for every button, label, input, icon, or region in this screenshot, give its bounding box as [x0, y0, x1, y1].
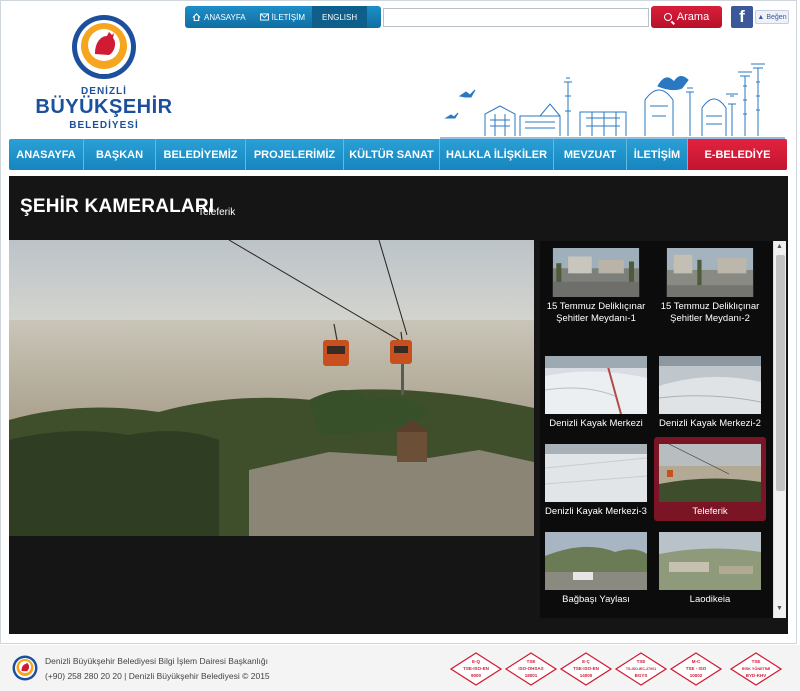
camera-thumbnail[interactable]: Laodikeia [654, 525, 766, 609]
svg-text:14000: 14000 [580, 673, 593, 678]
cameras-heading: ŞEHİR KAMERALARI [20, 196, 215, 217]
nav-item-contact[interactable]: İLETİŞİM [627, 139, 688, 170]
svg-text:BGYS: BGYS [635, 673, 648, 678]
certificate-badge: E-Ç TSE-ISO-EN 14000 [560, 652, 612, 686]
svg-text:ISO-OHSAS: ISO-OHSAS [518, 666, 543, 671]
svg-text:TSE: TSE [637, 659, 646, 664]
certificate-badge: TSE RİSK YÖNETİMİ BYD-KHV [730, 652, 782, 686]
camera-thumbnail-label: Bağbaşı Yaylası [562, 594, 630, 605]
certificate-badge: TSE ISO-OHSAS 18001 [505, 652, 557, 686]
camera-thumbnail[interactable]: 15 Temmuz Deliklıçınar Şehitler Meydanı-… [654, 241, 766, 325]
current-camera-name: Teleferik [198, 207, 236, 218]
camera-thumbnail-label: 15 Temmuz Deliklıçınar Şehitler Meydanı-… [546, 301, 646, 324]
camera-thumbnail-label: Teleferik [692, 506, 728, 517]
svg-text:TSE: TSE [752, 659, 761, 664]
facebook-icon-letter: f [739, 7, 745, 26]
svg-text:TSE: TSE [527, 659, 536, 664]
search-button[interactable]: Arama [651, 6, 722, 28]
camera-thumbnail[interactable]: Denizli Kayak Merkezi-2 [654, 349, 766, 433]
certificate-badge: M-C TSE - ISO 10002 [670, 652, 722, 686]
top-link-english[interactable]: ENGLISH [312, 6, 368, 28]
nav-item-home[interactable]: ANASAYFA [9, 139, 84, 170]
camera-thumbnail[interactable]: Denizli Kayak Merkezi-3 [540, 437, 652, 521]
bird-icon [458, 89, 476, 98]
camera-thumbnail-label: Denizli Kayak Merkezi-3 [545, 506, 647, 517]
thumbs-up-icon: ▲ [757, 13, 765, 21]
top-link-contact[interactable]: İLETİŞİM [253, 6, 312, 28]
logo-year: 1876 [98, 70, 109, 76]
mail-icon [259, 13, 269, 21]
camera-thumbnail-image [552, 248, 640, 297]
camera-thumbnail-image [545, 532, 647, 590]
scrollbar-thumb[interactable] [776, 255, 785, 491]
camera-thumbnail-image [545, 444, 647, 502]
nav-item-culture-art[interactable]: KÜLTÜR SANAT [344, 139, 440, 170]
footer-contact-text: (+90) 258 280 20 20 | Denizli Büyükşehir… [45, 671, 270, 681]
svg-text:9000: 9000 [471, 673, 482, 678]
certificate-badge: E-Q TSE-ISO-EN 9000 [450, 652, 502, 686]
camera-thumbnail-label: Laodikeia [689, 594, 731, 605]
top-link-home-label: ANASAYFA [204, 12, 246, 22]
thumbnail-scrollbar[interactable]: ▲ ▼ [773, 241, 786, 618]
city-skyline-illustration [440, 63, 785, 139]
camera-thumbnail-list[interactable]: 15 Temmuz Deliklıçınar Şehitler Meydanı-… [540, 241, 773, 618]
scroll-up-icon[interactable]: ▲ [776, 243, 783, 250]
camera-video-player[interactable] [9, 240, 534, 536]
nav-item-public-relations[interactable]: HALKLA İLİŞKİLER [440, 139, 554, 170]
top-link-home[interactable]: ANASAYFA [185, 6, 253, 28]
bird-icon-small [444, 112, 459, 119]
svg-text:TS-ISO-IEC-27001: TS-ISO-IEC-27001 [626, 667, 656, 671]
scroll-down-icon[interactable]: ▼ [776, 605, 783, 612]
svg-text:RİSK YÖNETİMİ: RİSK YÖNETİMİ [742, 666, 770, 671]
svg-text:18001: 18001 [525, 673, 538, 678]
camera-thumbnail[interactable]: 15 Temmuz Deliklıçınar Şehitler Meydanı-… [540, 241, 652, 325]
home-icon [192, 13, 201, 21]
svg-text:E-Q: E-Q [472, 659, 481, 664]
camera-thumbnail-label: Denizli Kayak Merkezi-2 [659, 418, 761, 429]
camera-thumbnail-image [659, 532, 761, 590]
camera-thumbnail-image [659, 444, 761, 502]
logo-emblem[interactable]: 1876 [71, 14, 137, 80]
svg-text:10002: 10002 [690, 673, 703, 678]
nav-item-projects[interactable]: PROJELERİMİZ [246, 139, 344, 170]
nav-item-e-municipality[interactable]: E-BELEDİYE [688, 139, 787, 170]
svg-text:TSE-ISO-EN: TSE-ISO-EN [463, 666, 489, 671]
main-nav: ANASAYFA BAŞKAN BELEDİYEMİZ PROJELERİMİZ… [9, 139, 787, 170]
nav-item-mayor[interactable]: BAŞKAN [84, 139, 156, 170]
logo-text-line3: BELEDİYESİ [69, 120, 139, 131]
camera-thumbnail-active[interactable]: Teleferik [654, 437, 766, 521]
top-link-bar: ANASAYFA İLETİŞİM ENGLISH [185, 6, 381, 28]
svg-text:TSE-ISO-EN: TSE-ISO-EN [573, 666, 599, 671]
svg-text:BYD-KHV: BYD-KHV [746, 673, 767, 678]
search-input[interactable] [383, 8, 649, 27]
top-link-english-label: ENGLISH [322, 12, 358, 22]
camera-thumbnail-label: Denizli Kayak Merkezi [549, 418, 643, 429]
camera-thumbnail[interactable]: Denizli Kayak Merkezi [540, 349, 652, 433]
certificate-badge: TSE TS-ISO-IEC-27001 BGYS [615, 652, 667, 686]
svg-text:E-Ç: E-Ç [582, 659, 591, 664]
logo-text-line2: BÜYÜKŞEHİR [35, 96, 173, 118]
camera-thumbnail-label: 15 Temmuz Deliklıçınar Şehitler Meydanı-… [660, 301, 760, 324]
camera-thumbnail-image [666, 248, 754, 297]
footer-logo-icon [12, 655, 38, 681]
camera-thumbnail[interactable]: Bağbaşı Yaylası [540, 525, 652, 609]
camera-thumbnail-image [659, 356, 761, 414]
search-icon [663, 13, 672, 21]
svg-text:TSE - ISO: TSE - ISO [686, 666, 707, 671]
like-label: Beğen [766, 13, 787, 21]
footer-department-text: Denizli Büyükşehir Belediyesi Bilgi İşle… [45, 656, 268, 666]
facebook-like-button[interactable]: ▲ Beğen [755, 10, 789, 24]
top-link-contact-label: İLETİŞİM [271, 12, 305, 22]
camera-thumbnail-image [545, 356, 647, 414]
svg-text:M-C: M-C [692, 659, 701, 664]
nav-item-municipality[interactable]: BELEDİYEMİZ [156, 139, 246, 170]
nav-item-legislation[interactable]: MEVZUAT [554, 139, 627, 170]
search-button-label: Arama [676, 11, 710, 23]
facebook-icon[interactable]: f [731, 6, 753, 28]
